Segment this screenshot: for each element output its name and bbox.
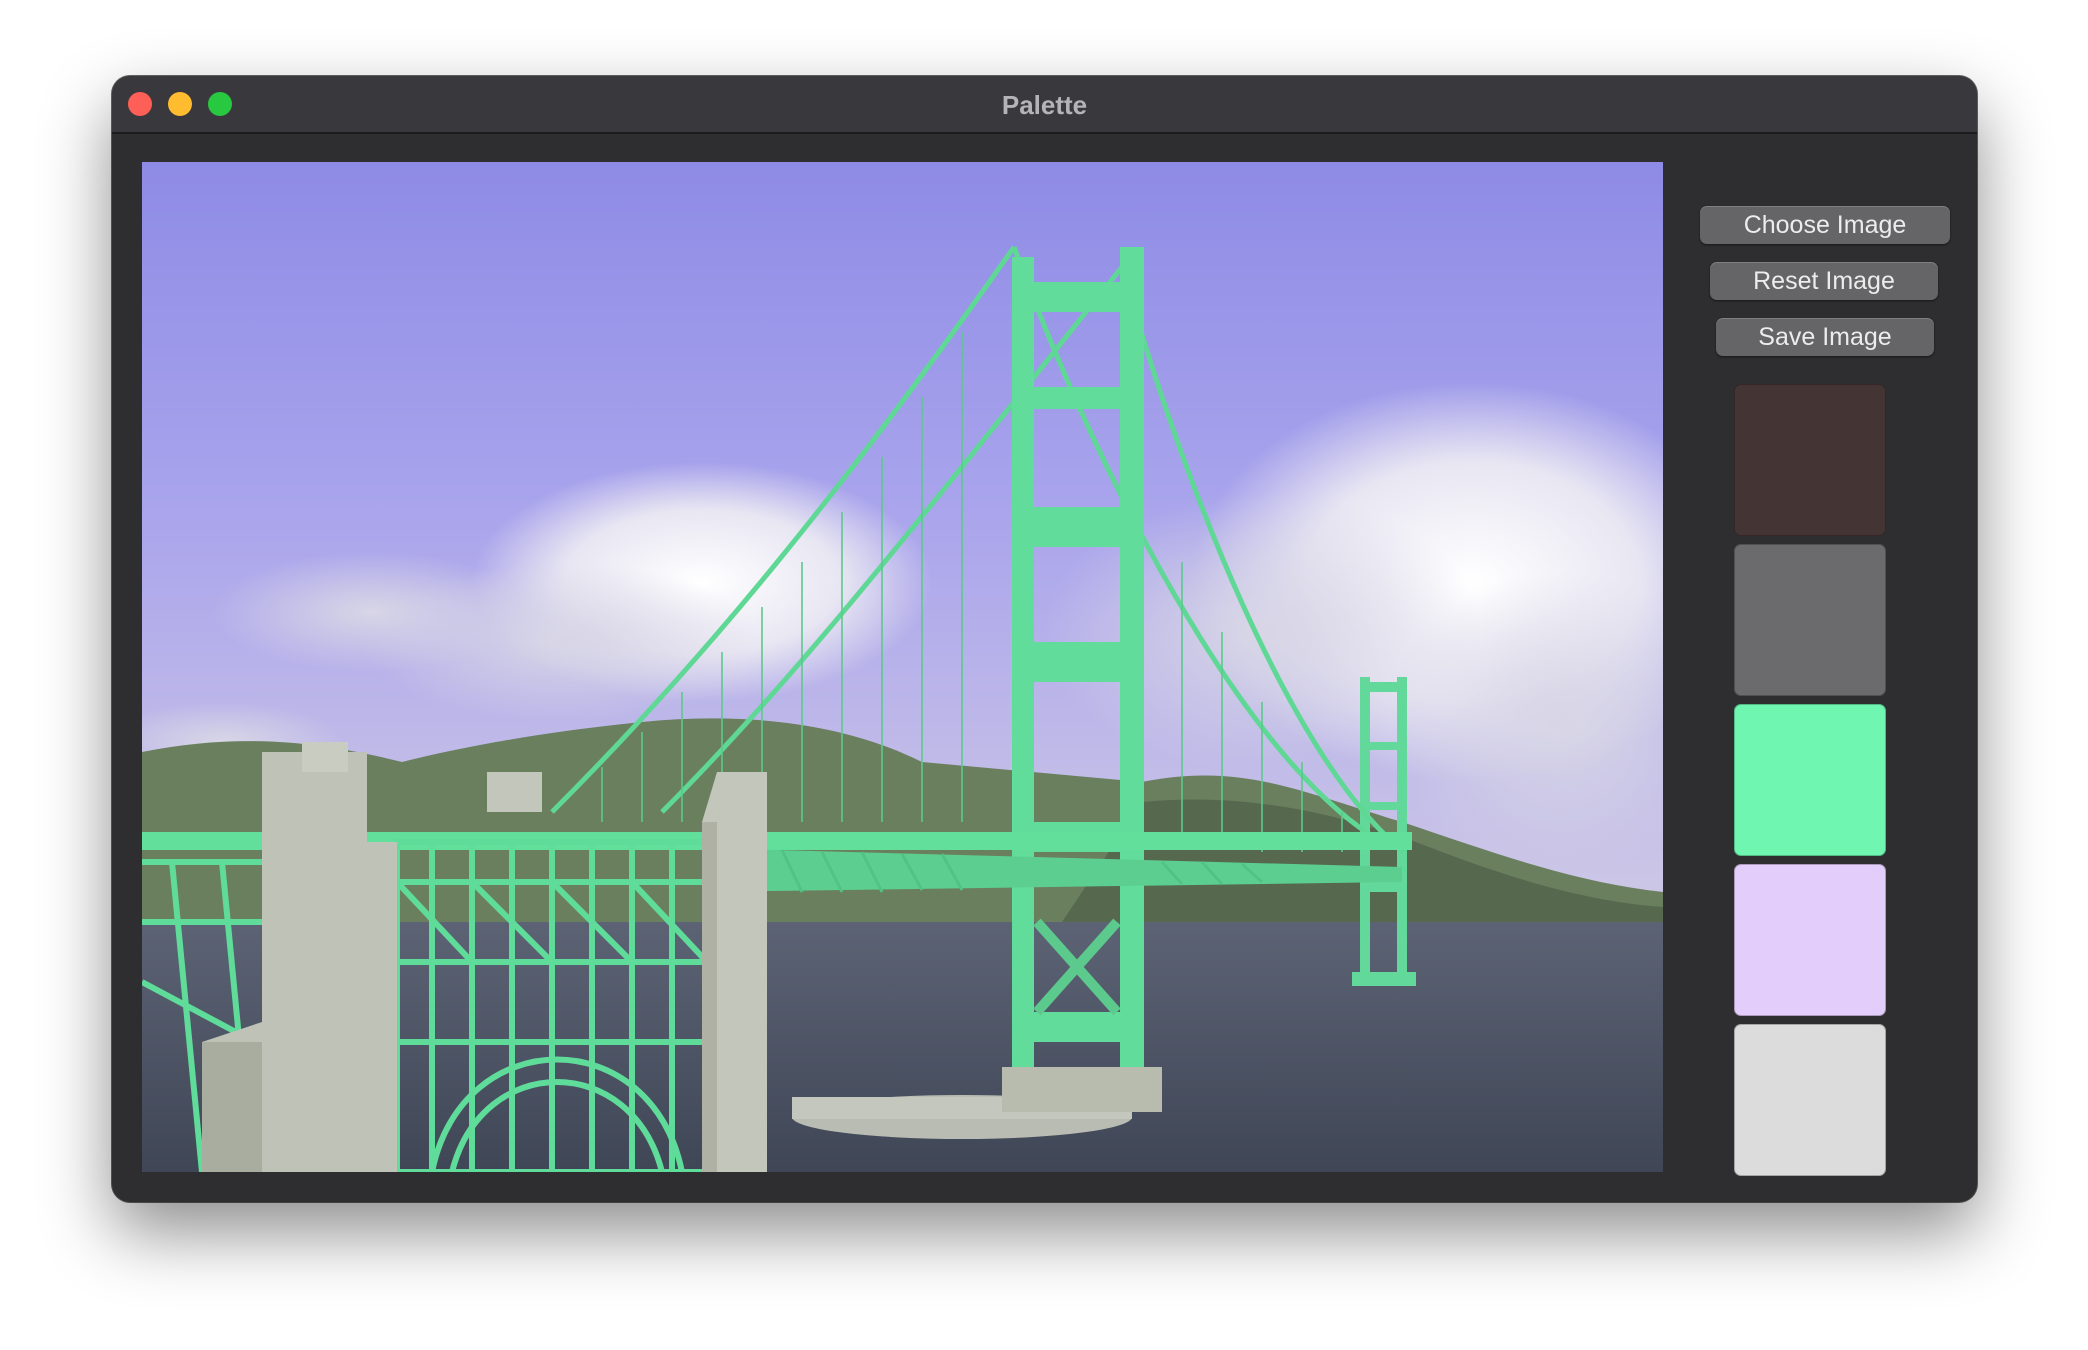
save-image-button[interactable]: Save Image bbox=[1716, 318, 1934, 356]
reset-image-button[interactable]: Reset Image bbox=[1710, 262, 1938, 300]
choose-image-button[interactable]: Choose Image bbox=[1700, 206, 1950, 244]
title-bar[interactable]: Palette bbox=[112, 76, 1977, 134]
palette-swatch[interactable] bbox=[1734, 384, 1886, 536]
image-view bbox=[142, 162, 1663, 1172]
app-window: Palette Choose Image Reset Image Save Im… bbox=[112, 76, 1977, 1202]
window-title: Palette bbox=[1001, 90, 1088, 120]
bridge-photo bbox=[142, 162, 1663, 1172]
palette-swatch[interactable] bbox=[1734, 864, 1886, 1016]
palette-swatch[interactable] bbox=[1734, 704, 1886, 856]
palette-swatch[interactable] bbox=[1734, 544, 1886, 696]
palette-swatch[interactable] bbox=[1734, 1024, 1886, 1176]
